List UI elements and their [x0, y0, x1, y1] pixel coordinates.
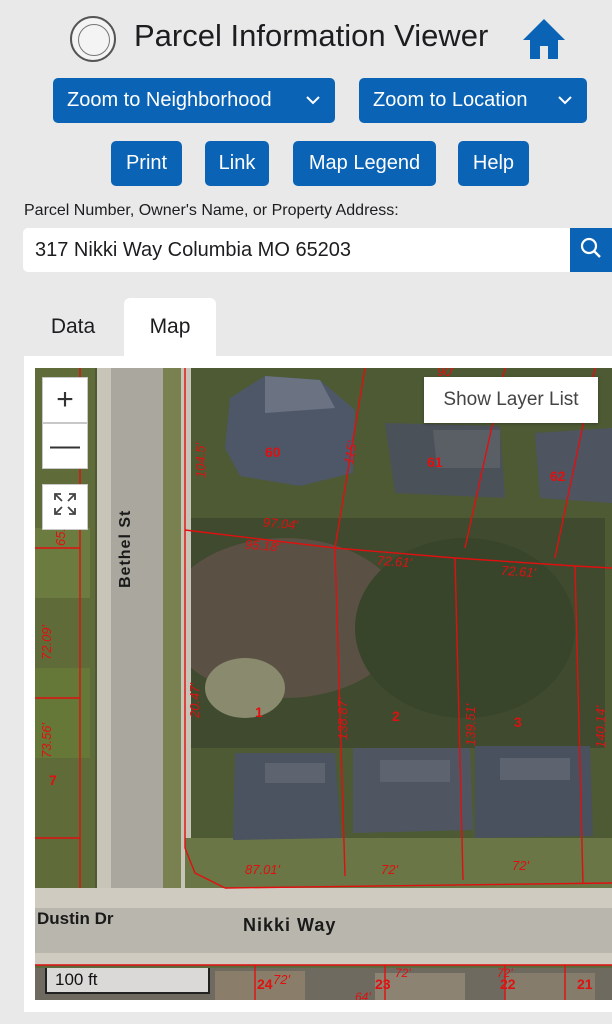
fullscreen-button[interactable] [42, 484, 88, 530]
search-icon [580, 237, 602, 264]
zoom-out-button[interactable]: — [42, 423, 88, 469]
lot-number: 23 [375, 976, 391, 992]
map-legend-button[interactable]: Map Legend [293, 141, 436, 186]
dimension-label: 87.01' [245, 862, 281, 877]
lot-number: 21 [577, 976, 593, 992]
lot-number: 60 [265, 444, 281, 460]
lot-number: 62 [550, 468, 566, 484]
street-label-nikki: Nikki Way [243, 915, 337, 935]
lot-number: 7 [49, 772, 57, 788]
zoom-to-location-dropdown[interactable]: Zoom to Location [359, 78, 587, 123]
help-button[interactable]: Help [458, 141, 529, 186]
zoom-in-button[interactable]: + [42, 377, 88, 423]
page-title: Parcel Information Viewer [134, 18, 489, 53]
dimension-label: 97.04' [262, 514, 299, 533]
scale-bar: 100 ft [45, 968, 210, 994]
dimension-label: 138.87' [335, 697, 350, 740]
dimension-label: 104.5' [193, 442, 208, 478]
zoom-to-location-label: Zoom to Location [373, 89, 528, 111]
search-button[interactable] [570, 228, 612, 272]
lot-number: 1 [255, 704, 263, 720]
county-seal-logo [70, 16, 116, 62]
lot-number: 2 [392, 708, 400, 724]
street-label-bethel: Bethel St [117, 509, 134, 588]
chevron-down-icon [557, 92, 573, 110]
dimension-label: 64' [355, 990, 371, 1000]
tab-map[interactable]: Map [124, 298, 216, 356]
map-view[interactable]: Bethel St Dustin Dr Nikki Way 60 61 62 1… [35, 368, 612, 1000]
aerial-map-graphic [35, 368, 612, 1000]
link-button[interactable]: Link [205, 141, 269, 186]
dimension-label: 140.14' [593, 705, 608, 748]
search-input[interactable]: 317 Nikki Way Columbia MO 65203 [23, 228, 571, 272]
print-button[interactable]: Print [111, 141, 182, 186]
dimension-label: 72.61' [376, 552, 413, 571]
home-icon[interactable] [520, 16, 568, 62]
dimension-label: 72' [273, 972, 290, 987]
dimension-label: 139.51' [463, 703, 478, 746]
dimension-label: 72' [395, 966, 411, 980]
chevron-down-icon [305, 92, 321, 110]
lot-number: 3 [514, 714, 522, 730]
tab-data[interactable]: Data [24, 298, 122, 356]
expand-icon [53, 490, 77, 524]
dimension-label: 72' [381, 862, 398, 877]
show-layer-list-button[interactable]: Show Layer List [424, 377, 598, 423]
lot-number: 24 [257, 976, 273, 992]
dimension-label: 20.47' [187, 682, 202, 718]
street-label-dustin: Dustin Dr [37, 909, 114, 928]
zoom-to-neighborhood-dropdown[interactable]: Zoom to Neighborhood [53, 78, 335, 123]
dimension-label: 72.09' [39, 624, 54, 660]
zoom-to-neighborhood-label: Zoom to Neighborhood [67, 89, 272, 111]
dimension-label: 72.61' [500, 562, 537, 581]
lot-number: 61 [427, 454, 443, 470]
search-label: Parcel Number, Owner's Name, or Property… [24, 202, 399, 219]
dimension-label: 95.18' [244, 536, 281, 555]
dimension-label: 72' [497, 966, 513, 980]
dimension-label: 73.56' [39, 722, 54, 758]
dimension-label: 72' [512, 858, 529, 873]
